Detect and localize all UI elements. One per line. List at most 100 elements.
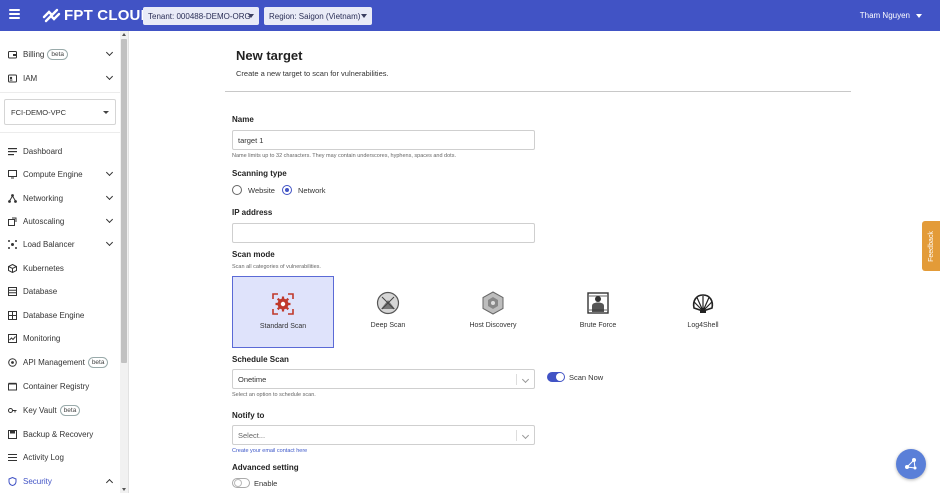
list-icon bbox=[8, 453, 17, 462]
caret-down-icon bbox=[248, 14, 254, 18]
sidebar-item-label: Billing bbox=[23, 49, 45, 59]
radio-website[interactable]: Website bbox=[232, 185, 275, 195]
radio-circle bbox=[232, 185, 242, 195]
scan-mode-brute-force[interactable]: Brute Force bbox=[547, 276, 649, 348]
name-help: Name limits up to 32 characters. They ma… bbox=[232, 153, 456, 159]
sidebar-scrollbar[interactable] bbox=[120, 31, 128, 493]
sidebar-item-label: Kubernetes bbox=[23, 263, 64, 273]
notify-select[interactable]: Select... bbox=[232, 425, 535, 445]
region-label: Region: Saigon (Vietnam) bbox=[269, 11, 361, 21]
id-card-icon bbox=[8, 74, 17, 83]
scan-mode-host-discovery[interactable]: Host Discovery bbox=[442, 276, 544, 348]
create-email-contact-link[interactable]: Create your email contact here bbox=[232, 448, 307, 454]
sidebar-item-monitoring[interactable]: Monitoring bbox=[0, 329, 120, 347]
vpc-label: FCI-DEMO-VPC bbox=[11, 107, 66, 117]
chevron-up-icon bbox=[105, 478, 114, 487]
select-separator bbox=[516, 374, 517, 385]
name-input[interactable]: target 1 bbox=[232, 130, 535, 150]
sidebar-item-kubernetes[interactable]: Kubernetes bbox=[0, 259, 120, 277]
shield-icon bbox=[8, 476, 17, 486]
logo-text: FPT CLOUD bbox=[64, 7, 152, 24]
scan-mode-label: Brute Force bbox=[579, 322, 617, 329]
hamburger-menu-icon[interactable] bbox=[9, 9, 20, 21]
notify-placeholder: Select... bbox=[238, 430, 266, 440]
toggle-knob bbox=[234, 479, 242, 487]
sidebar-item-label: Security bbox=[23, 476, 52, 486]
sidebar-item-label: Database Engine bbox=[23, 310, 85, 320]
logo-mark-icon bbox=[42, 8, 61, 23]
sidebar-item-container-registry[interactable]: Container Registry bbox=[0, 377, 120, 395]
schedule-help: Select an option to schedule scan. bbox=[232, 392, 316, 398]
fpt-cloud-logo[interactable]: FPT CLOUD bbox=[42, 7, 152, 24]
sidebar-item-label: Dashboard bbox=[23, 146, 63, 156]
brute-force-icon bbox=[585, 290, 611, 316]
caret-down-icon bbox=[916, 13, 922, 18]
caret-down-icon bbox=[103, 111, 109, 114]
sidebar-item-compute-engine[interactable]: Compute Engine bbox=[0, 165, 120, 183]
tenant-dropdown[interactable]: Tenant: 000488-DEMO-ORG bbox=[143, 7, 259, 25]
notify-label: Notify to bbox=[232, 411, 265, 420]
sidebar-item-dashboard[interactable]: Dashboard bbox=[0, 142, 120, 160]
backup-icon bbox=[8, 429, 17, 439]
scanning-type-label: Scanning type bbox=[232, 169, 287, 178]
scan-mode-help: Scan all categories of vulnerabilities. bbox=[232, 264, 321, 270]
gear-scan-icon bbox=[270, 291, 296, 317]
sidebar-item-security[interactable]: Security bbox=[0, 472, 120, 490]
user-menu[interactable]: Tham Nguyen bbox=[860, 11, 922, 20]
chevron-down-icon bbox=[105, 238, 114, 247]
ip-input[interactable] bbox=[232, 223, 535, 243]
key-icon bbox=[8, 406, 17, 415]
schedule-select[interactable]: Onetime bbox=[232, 369, 535, 389]
api-icon bbox=[8, 357, 17, 367]
sidebar-item-label: Key Vault bbox=[23, 405, 57, 415]
cube-icon bbox=[8, 263, 17, 273]
sidebar-item-api-management[interactable]: API Management beta bbox=[0, 353, 120, 371]
sidebar-item-label: Activity Log bbox=[23, 452, 64, 462]
radio-label: Network bbox=[298, 185, 326, 195]
ai-assistant-button[interactable] bbox=[896, 449, 926, 479]
scan-now-toggle[interactable] bbox=[547, 372, 565, 382]
chevron-down-icon bbox=[105, 48, 114, 57]
sidebar: Billing beta IAM FCI-DEMO-VPC Dashboard … bbox=[0, 31, 129, 493]
scroll-up-icon[interactable] bbox=[122, 33, 126, 36]
ip-label: IP address bbox=[232, 208, 273, 217]
ai-assistant-icon bbox=[905, 458, 917, 470]
beta-badge: beta bbox=[47, 48, 68, 60]
monitor-icon bbox=[8, 169, 17, 179]
sidebar-item-autoscaling[interactable]: Autoscaling bbox=[0, 212, 120, 230]
scrollbar-thumb[interactable] bbox=[121, 39, 127, 363]
autoscaling-icon bbox=[8, 217, 17, 226]
scan-mode-log4shell[interactable]: Log4Shell bbox=[652, 276, 754, 348]
sidebar-item-iam[interactable]: IAM bbox=[0, 69, 120, 87]
sidebar-item-database-engine[interactable]: Database Engine bbox=[0, 306, 120, 324]
enable-toggle[interactable] bbox=[232, 478, 250, 488]
sidebar-item-billing[interactable]: Billing beta bbox=[0, 45, 120, 63]
scan-now-label: Scan Now bbox=[569, 373, 604, 382]
feedback-tab[interactable]: Feedback bbox=[922, 221, 940, 271]
feedback-label: Feedback bbox=[927, 230, 935, 262]
sidebar-item-database[interactable]: Database bbox=[0, 282, 120, 300]
region-dropdown[interactable]: Region: Saigon (Vietnam) bbox=[264, 7, 372, 25]
vpc-select[interactable]: FCI-DEMO-VPC bbox=[4, 99, 116, 125]
sidebar-item-label: Monitoring bbox=[23, 333, 61, 343]
scan-mode-standard[interactable]: Standard Scan bbox=[232, 276, 334, 348]
divider bbox=[225, 91, 851, 92]
database-engine-icon bbox=[8, 310, 17, 320]
sidebar-item-label: API Management bbox=[23, 357, 85, 367]
sidebar-item-load-balancer[interactable]: Load Balancer bbox=[0, 235, 120, 253]
scroll-down-icon[interactable] bbox=[122, 488, 126, 491]
divider bbox=[0, 132, 120, 133]
sidebar-item-label: Database bbox=[23, 286, 58, 296]
sidebar-item-label: Container Registry bbox=[23, 381, 90, 391]
sidebar-item-backup-recovery[interactable]: Backup & Recovery bbox=[0, 425, 120, 443]
divider bbox=[0, 92, 120, 93]
sidebar-item-key-vault[interactable]: Key Vault beta bbox=[0, 401, 120, 419]
radio-network[interactable]: Network bbox=[282, 185, 326, 195]
sidebar-item-activity-log[interactable]: Activity Log bbox=[0, 448, 120, 466]
sidebar-item-networking[interactable]: Networking bbox=[0, 189, 120, 207]
load-balancer-icon bbox=[8, 239, 17, 249]
toggle-knob bbox=[556, 373, 564, 381]
tenant-label: Tenant: 000488-DEMO-ORG bbox=[148, 11, 251, 21]
scan-mode-deep[interactable]: Deep Scan bbox=[337, 276, 439, 348]
database-icon bbox=[8, 286, 17, 296]
